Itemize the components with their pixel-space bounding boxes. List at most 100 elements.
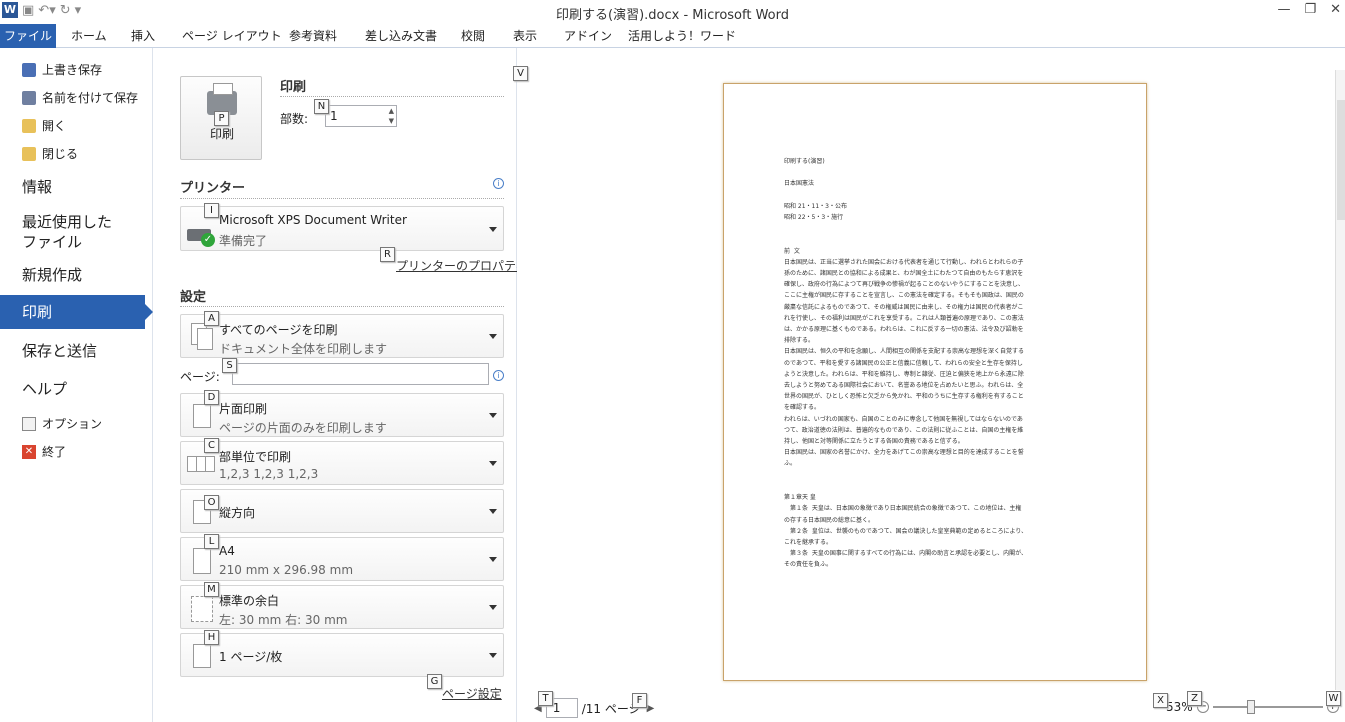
copies-value: 1 [330, 109, 338, 123]
backstage-exit[interactable]: ✕ 終了 [0, 443, 153, 460]
backstage-open[interactable]: 開く [0, 117, 153, 134]
paper-size-dropdown[interactable]: A4 210 mm x 296.98 mm [180, 537, 504, 581]
chevron-down-icon [489, 653, 497, 658]
window-title: 印刷する(演習).docx - Microsoft Word [556, 8, 789, 23]
pages-per-sheet-dropdown[interactable]: 1 ページ/枚 [180, 633, 504, 677]
backstage-save-send[interactable]: 保存と送信 [22, 341, 97, 361]
keytip-d: D [204, 390, 219, 405]
tab-review[interactable]: 校閲 [461, 24, 485, 48]
tab-file[interactable]: ファイル [0, 24, 56, 48]
divider [180, 306, 504, 307]
page-setup-link[interactable]: ページ設定 [442, 685, 502, 702]
doc-line: 日本国民は、恒久の平和を念願し、人間相互の関係を支配する崇高な理想を深く自覚する [784, 348, 1025, 356]
doc-line: 世界の国民が、ひとしく恐怖と欠乏から免かれ、平和のうちに生存する権利を有すること [784, 393, 1024, 401]
backstage-help[interactable]: ヘルプ [22, 379, 67, 399]
copies-stepper[interactable]: 1 ▲ ▼ [325, 105, 397, 127]
restore-icon[interactable]: ❐ [1304, 2, 1316, 17]
copies-label: 部数: [280, 112, 309, 126]
doc-line: 昭和 22・5・3・施行 [784, 214, 844, 222]
backstage-options[interactable]: オプション [0, 415, 153, 432]
print-header: 印刷 [280, 80, 307, 95]
doc-line [784, 470, 1084, 481]
chevron-down-icon [489, 557, 497, 562]
printer-dropdown[interactable]: ✓ Microsoft XPS Document Writer 準備完了 [180, 206, 504, 251]
doc-line: 第２条 皇位は、世襲のものであつて、国会の議決した皇室典範の定めるところにより、 [784, 527, 1028, 535]
doc-line: ここに主権が国民に存することを宣言し、この憲法を確定する。そもそも国政は、国民の [784, 292, 1024, 300]
tab-references[interactable]: 参考資料 [289, 24, 337, 48]
minimize-icon[interactable]: — [1277, 2, 1290, 17]
pages-label: ページ: [180, 370, 220, 384]
keytip-z: Z [1187, 691, 1202, 706]
doc-line: 第１条 天皇は、日本国の象徴であり日本国民統合の象徴であつて、この地位は、主権 [784, 505, 1022, 513]
pages-input[interactable] [232, 363, 489, 385]
keytip-p: P [214, 111, 229, 126]
keytip-m: M [204, 582, 219, 597]
open-folder-icon [22, 118, 36, 133]
all-pages-icon [187, 323, 215, 353]
zoom-slider[interactable] [1212, 700, 1323, 714]
doc-line: 持し、他国と対等関係に立たうとする各国の責務であると信ずる。 [784, 438, 964, 446]
info-icon[interactable]: i [493, 178, 504, 189]
close-folder-icon [22, 146, 36, 161]
one-sided-icon [187, 402, 215, 432]
document-text: 印刷する(演習) 日本国憲法 昭和 21・11・3・公布 昭和 22・5・3・施行… [784, 156, 1084, 571]
print-range-dropdown[interactable]: すべてのページを印刷 ドキュメント全体を印刷します [180, 314, 504, 358]
preview-page: 印刷する(演習) 日本国憲法 昭和 21・11・3・公布 昭和 22・5・3・施行… [723, 83, 1147, 681]
keytip-o: O [204, 495, 219, 510]
divider [180, 198, 504, 199]
backstage-print[interactable]: 印刷 [0, 295, 153, 329]
keytip-r: R [380, 247, 395, 262]
keytip-t: T [538, 691, 553, 706]
tab-view[interactable]: 表示 [513, 24, 537, 48]
doc-line: の存する日本国民の総意に基く。 [784, 516, 875, 524]
title-bar: W ▣ ↶▾ ↻ ▾ 印刷する(演習).docx - Microsoft Wor… [0, 0, 1345, 24]
backstage-info[interactable]: 情報 [22, 177, 52, 197]
chevron-down-icon [489, 605, 497, 610]
divider [280, 96, 504, 97]
backstage-new[interactable]: 新規作成 [22, 265, 82, 285]
doc-line: 印刷する(演習) [784, 158, 825, 165]
backstage-close[interactable]: 閉じる [0, 145, 153, 162]
doc-line: われらは、いづれの国家も、自国のことのみに専念して他国を無視してはならないのであ [784, 415, 1023, 423]
doc-line: ようと決意した。われらは、平和を維持し、専制と隷従、圧迫と偏狭を地上から永遠に除 [784, 370, 1024, 378]
tab-addins[interactable]: アドイン [564, 24, 612, 48]
doc-line: 排除する。 [784, 337, 815, 345]
exit-icon: ✕ [22, 444, 36, 459]
zoom-slider-thumb[interactable] [1246, 700, 1255, 714]
orientation-dropdown[interactable]: 縦方向 [180, 489, 504, 533]
doc-line: つて、政治道徳の法則は、普遍的なものであり、この法則に従ふことは、自国の主権を維 [784, 426, 1024, 434]
chevron-down-icon [489, 413, 497, 418]
backstage-recent[interactable]: 最近使用した ファイル [22, 212, 112, 252]
sides-dropdown[interactable]: 片面印刷 ページの片面のみを印刷します [180, 393, 504, 437]
chevron-down-icon [489, 334, 497, 339]
doc-line [784, 167, 1084, 178]
tab-katsuyou-word[interactable]: 活用しよう！ワード [628, 24, 736, 48]
doc-line: 日本国憲法 [784, 180, 815, 188]
info-icon[interactable]: i [493, 370, 504, 381]
next-page-icon[interactable]: ▶ [647, 703, 655, 714]
keytip-s: S [222, 358, 237, 373]
tab-home[interactable]: ホーム [71, 24, 107, 48]
doc-line: 第３条 天皇の国事に関するすべての行為には、内閣の助言と承認を必要とし、内閣が、 [784, 550, 1028, 558]
preview-scrollbar[interactable] [1335, 70, 1345, 690]
printer-properties-link[interactable]: プリンターのプロパティ [396, 257, 527, 274]
chevron-down-icon [489, 461, 497, 466]
doc-line [784, 481, 1084, 492]
tab-page-layout[interactable]: ページ レイアウト [182, 24, 282, 48]
backstage-save-as[interactable]: 名前を付けて保存 [0, 89, 153, 106]
scrollbar-thumb[interactable] [1337, 100, 1345, 220]
keytip-v: V [513, 66, 528, 81]
backstage-save[interactable]: 上書き保存 [0, 61, 153, 78]
close-icon[interactable]: ✕ [1330, 2, 1341, 17]
collate-dropdown[interactable]: 部単位で印刷 1,2,3 1,2,3 1,2,3 [180, 441, 504, 485]
window-controls: — ❐ ✕ [1277, 2, 1341, 17]
tab-mailings[interactable]: 差し込み文書 [365, 24, 437, 48]
keytip-x: X [1153, 693, 1168, 708]
tab-insert[interactable]: 挿入 [131, 24, 155, 48]
doc-line: 昭和 21・11・3・公布 [784, 202, 847, 210]
doc-line [784, 223, 1084, 234]
margins-dropdown[interactable]: 標準の余白 左: 30 mm 右: 30 mm [180, 585, 504, 629]
doc-line: 厳粛な信託によるものであつて、その権威は国民に由来し、その権力は国民の代表者がこ [784, 303, 1024, 311]
stepper-down-icon[interactable]: ▼ [389, 117, 394, 125]
stepper-up-icon[interactable]: ▲ [389, 107, 394, 115]
